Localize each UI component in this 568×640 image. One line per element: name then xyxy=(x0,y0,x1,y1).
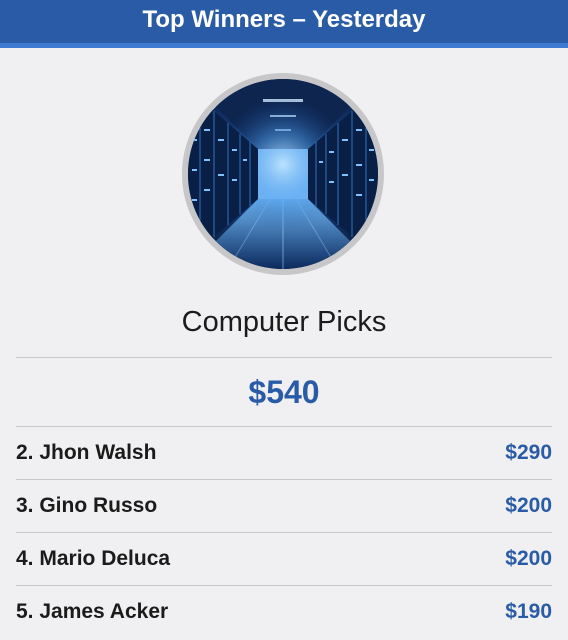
server-room-image xyxy=(182,73,384,275)
winner-amount: $200 xyxy=(505,547,552,570)
divider xyxy=(16,532,552,533)
winner-amount: $290 xyxy=(505,441,552,464)
winner-amount: $190 xyxy=(505,600,552,623)
winner-name: 3. Gino Russo xyxy=(16,494,158,517)
list-item[interactable]: 3. Gino Russo $200 xyxy=(16,481,552,531)
divider xyxy=(16,357,552,358)
list-item[interactable]: 4. Mario Deluca $200 xyxy=(16,534,552,584)
divider xyxy=(16,426,552,427)
winner-name: 5. James Acker xyxy=(16,600,169,623)
page-title: Top Winners – Yesterday xyxy=(142,6,426,33)
server-room-icon xyxy=(188,79,378,269)
total-amount: $540 xyxy=(248,374,320,410)
divider xyxy=(16,585,552,586)
winner-name: 2. Jhon Walsh xyxy=(16,441,157,464)
winner-amount: $200 xyxy=(505,494,552,517)
divider xyxy=(16,479,552,480)
top-bar: Top Winners – Yesterday xyxy=(0,0,568,48)
list-item[interactable]: 5. James Acker $190 xyxy=(16,587,552,637)
winner-name: 4. Mario Deluca xyxy=(16,547,171,570)
card-title: Computer Picks xyxy=(181,306,387,338)
list-item[interactable]: 2. Jhon Walsh $290 xyxy=(16,428,552,478)
